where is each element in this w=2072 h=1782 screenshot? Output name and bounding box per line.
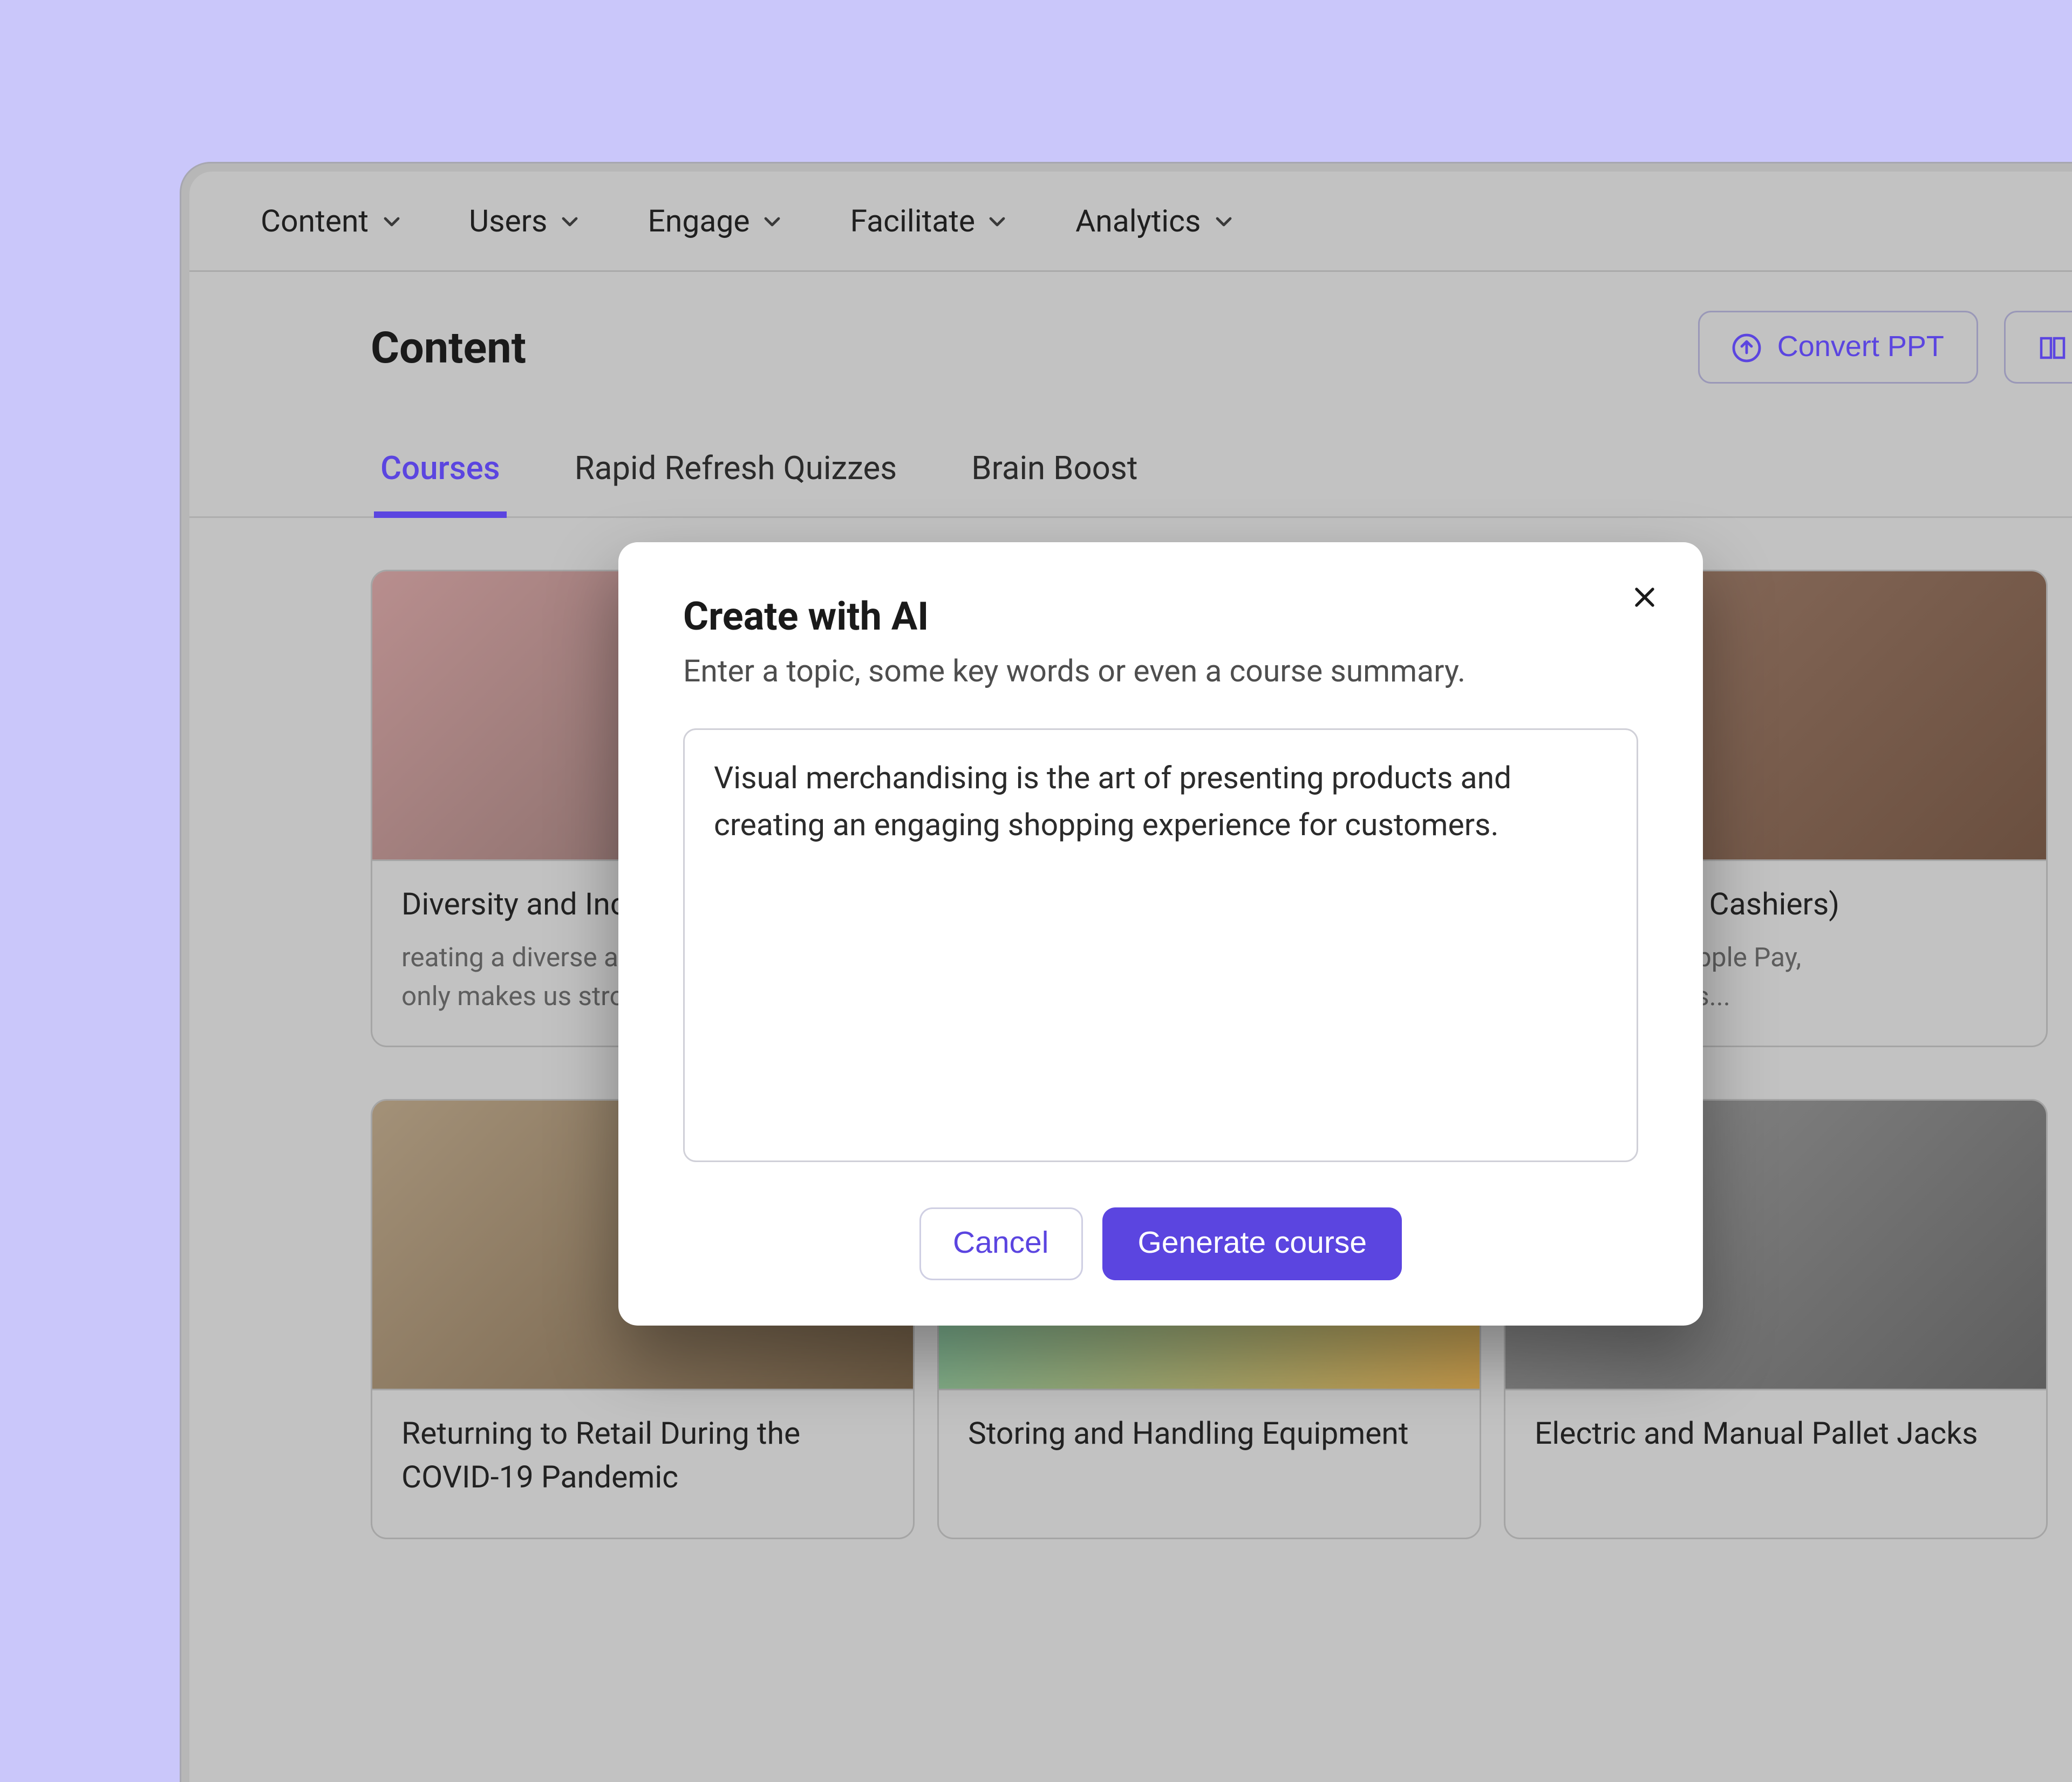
tab-label: Courses xyxy=(380,448,500,487)
nav-item-label: Engage xyxy=(648,202,749,240)
nav-item-label: Content xyxy=(261,202,369,240)
chevron-down-icon xyxy=(1214,211,1233,231)
nav-item-engage[interactable]: Engage xyxy=(648,202,782,240)
course-title: Storing and Handling Equipment xyxy=(968,1413,1450,1456)
nav-item-label: Facilitate xyxy=(850,202,976,240)
modal-actions: Cancel Generate course xyxy=(683,1207,1638,1280)
close-button[interactable] xyxy=(1625,578,1664,617)
browse-button[interactable]: Browse xyxy=(2004,311,2072,384)
tab-label: Rapid Refresh Quizzes xyxy=(575,448,897,487)
nav-item-label: Analytics xyxy=(1075,202,1201,240)
nav-item-analytics[interactable]: Analytics xyxy=(1075,202,1233,240)
tab-rapid-refresh-quizzes[interactable]: Rapid Refresh Quizzes xyxy=(568,448,904,516)
chevron-down-icon xyxy=(763,211,782,231)
page-header: Content Convert PPT Browse xyxy=(189,272,2072,384)
button-label: Cancel xyxy=(953,1226,1048,1260)
chevron-down-icon xyxy=(381,211,401,231)
top-nav: Content Users Engage xyxy=(189,172,2072,272)
modal-subtitle: Enter a topic, some key words or even a … xyxy=(683,652,1638,689)
create-with-ai-modal: Create with AI Enter a topic, some key w… xyxy=(618,542,1703,1326)
close-icon xyxy=(1633,586,1656,609)
chevron-down-icon xyxy=(560,211,580,231)
nav-item-users[interactable]: Users xyxy=(469,202,580,240)
button-label: Convert PPT xyxy=(1777,330,1944,364)
book-icon xyxy=(2038,333,2067,362)
tab-bar: Courses Rapid Refresh Quizzes Brain Boos… xyxy=(189,384,2072,518)
chevron-down-icon xyxy=(988,211,1007,231)
convert-ppt-button[interactable]: Convert PPT xyxy=(1698,311,1978,384)
tab-brain-boost[interactable]: Brain Boost xyxy=(965,448,1144,516)
app-surface: Content Users Engage xyxy=(189,172,2072,1782)
nav-item-facilitate[interactable]: Facilitate xyxy=(850,202,1008,240)
header-actions: Convert PPT Browse xyxy=(1698,311,2072,384)
generate-course-button[interactable]: Generate course xyxy=(1102,1207,1402,1280)
topic-textarea[interactable] xyxy=(683,728,1638,1162)
tab-courses[interactable]: Courses xyxy=(374,448,507,516)
nav-item-content[interactable]: Content xyxy=(261,202,401,240)
course-title: Electric and Manual Pallet Jacks xyxy=(1535,1413,2017,1456)
upload-circle-icon xyxy=(1732,333,1761,362)
page-title: Content xyxy=(371,322,526,373)
nav-item-label: Users xyxy=(469,202,547,240)
tab-label: Brain Boost xyxy=(971,448,1137,487)
button-label: Generate course xyxy=(1137,1226,1367,1260)
app-window: Content Users Engage xyxy=(181,163,2072,1782)
modal-title: Create with AI xyxy=(683,594,1638,639)
cancel-button[interactable]: Cancel xyxy=(919,1207,1082,1280)
course-title: Returning to Retail During the COVID-19 … xyxy=(401,1413,884,1499)
